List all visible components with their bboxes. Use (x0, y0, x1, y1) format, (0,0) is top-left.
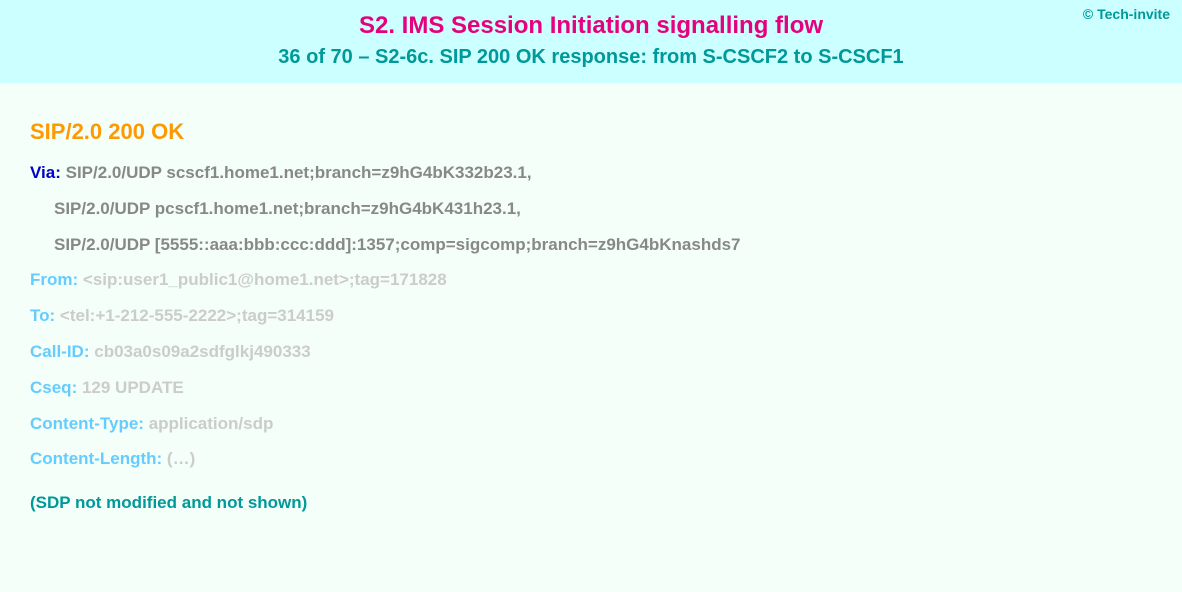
sdp-note: (SDP not modified and not shown) (30, 493, 1152, 513)
copyright-text: © Tech-invite (1083, 6, 1170, 22)
sip-header-via-cont: SIP/2.0/UDP [5555::aaa:bbb:ccc:ddd]:1357… (30, 233, 1152, 257)
from-label: From (30, 270, 73, 289)
sip-header-from: From: <sip:user1_public1@home1.net>;tag=… (30, 268, 1152, 292)
via-label: Via (30, 163, 55, 182)
sip-header-via: Via: SIP/2.0/UDP scscf1.home1.net;branch… (30, 161, 1152, 185)
cseq-label: Cseq (30, 378, 72, 397)
to-label: To (30, 306, 50, 325)
callid-value: cb03a0s09a2sdfglkj490333 (94, 342, 310, 361)
sip-header-via-cont: SIP/2.0/UDP pcscf1.home1.net;branch=z9hG… (30, 197, 1152, 221)
ctype-label: Content-Type (30, 414, 138, 433)
sip-header-content-type: Content-Type: application/sdp (30, 412, 1152, 436)
cseq-value: 129 UPDATE (82, 378, 184, 397)
from-value: <sip:user1_public1@home1.net>;tag=171828 (83, 270, 447, 289)
sip-header-callid: Call-ID: cb03a0s09a2sdfglkj490333 (30, 340, 1152, 364)
via-value-2: SIP/2.0/UDP pcscf1.home1.net;branch=z9hG… (54, 199, 521, 218)
sip-header-cseq: Cseq: 129 UPDATE (30, 376, 1152, 400)
sip-message-block: SIP/2.0 200 OK Via: SIP/2.0/UDP scscf1.h… (0, 83, 1182, 533)
page-subtitle: 36 of 70 – S2-6c. SIP 200 OK response: f… (20, 46, 1162, 69)
sip-status-line: SIP/2.0 200 OK (30, 119, 1152, 145)
sip-header-content-length: Content-Length: (…) (30, 447, 1152, 471)
sip-header-to: To: <tel:+1-212-555-2222>;tag=314159 (30, 304, 1152, 328)
page-title: S2. IMS Session Initiation signalling fl… (20, 12, 1162, 40)
header-band: © Tech-invite S2. IMS Session Initiation… (0, 0, 1182, 83)
clen-value: (…) (167, 449, 195, 468)
via-value-3: SIP/2.0/UDP [5555::aaa:bbb:ccc:ddd]:1357… (54, 235, 741, 254)
via-value-1: SIP/2.0/UDP scscf1.home1.net;branch=z9hG… (66, 163, 532, 182)
ctype-value: application/sdp (149, 414, 274, 433)
clen-label: Content-Length (30, 449, 157, 468)
to-value: <tel:+1-212-555-2222>;tag=314159 (60, 306, 334, 325)
callid-label: Call-ID (30, 342, 84, 361)
